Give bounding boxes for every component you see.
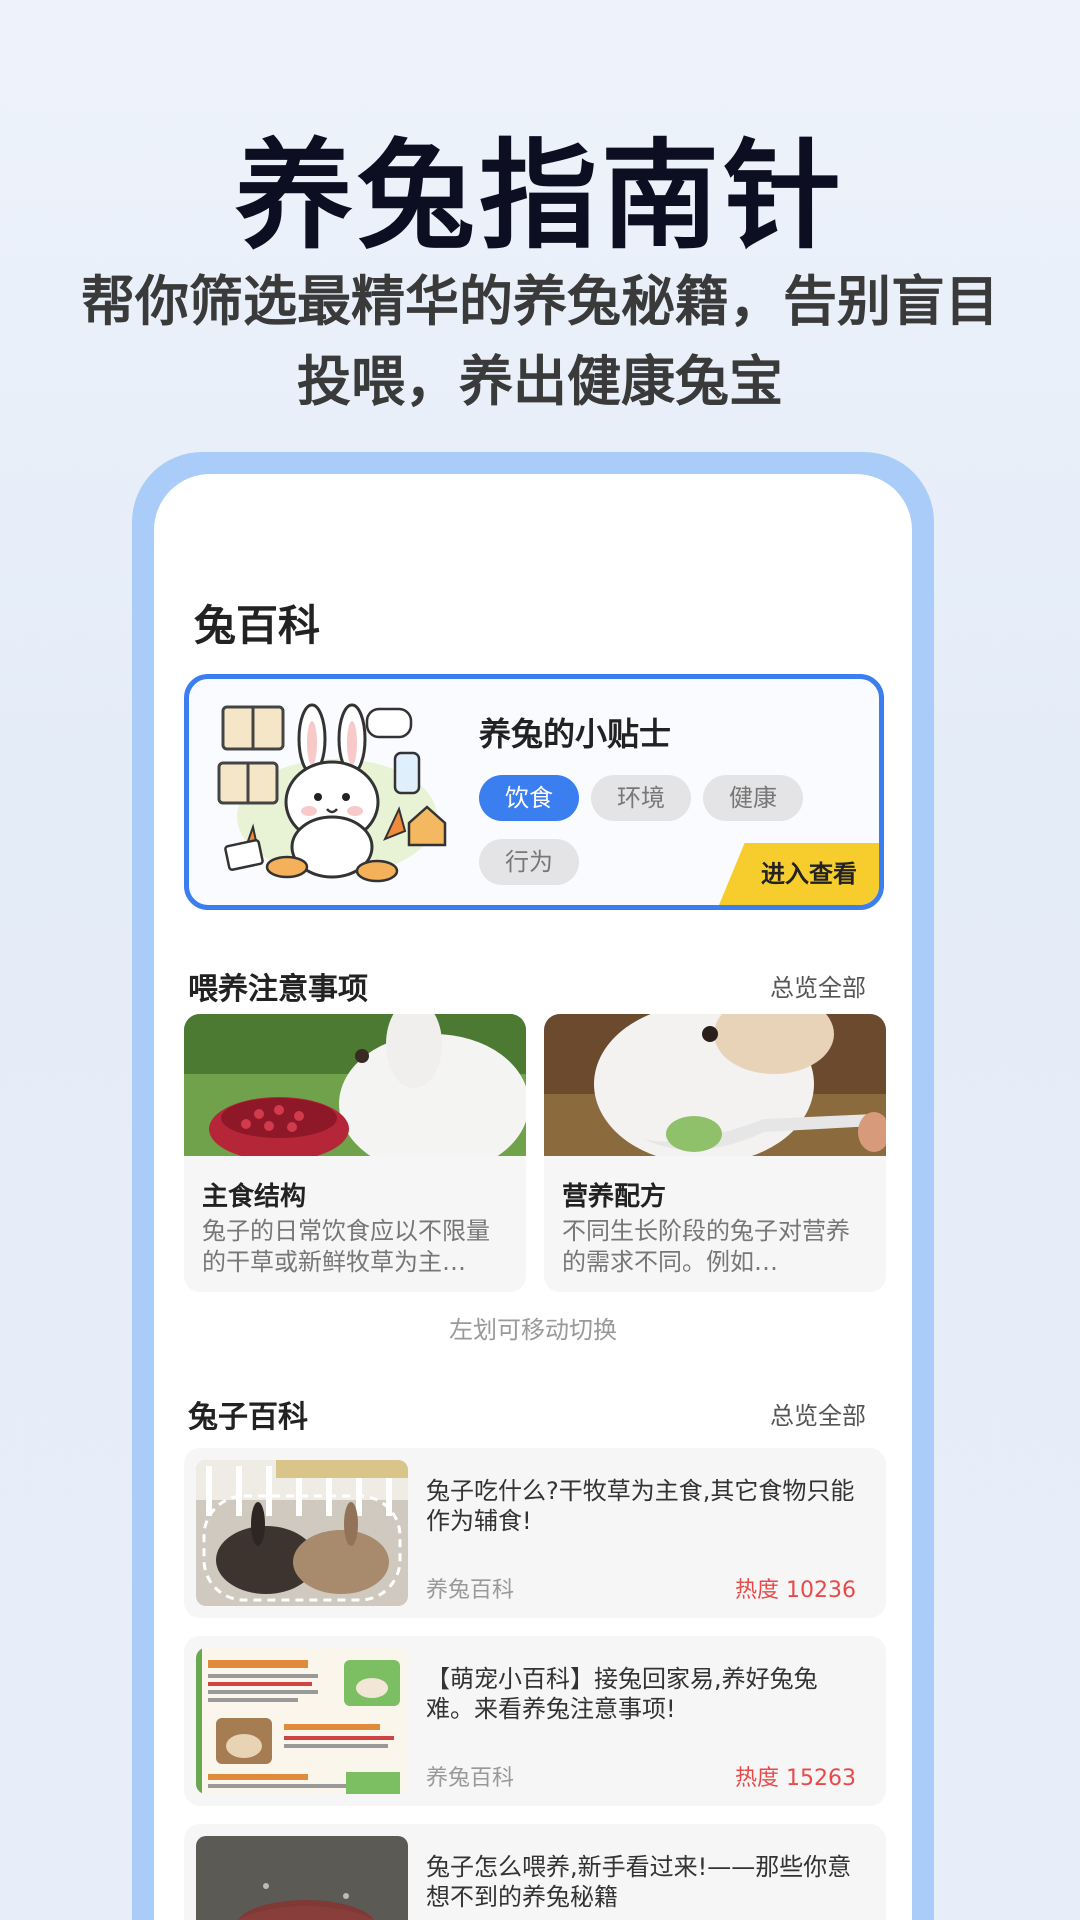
rabbit-illustration-icon xyxy=(217,703,447,883)
care-card-nutrition[interactable]: 营养配方 不同生长阶段的兔子对营养的需求不同。例如… xyxy=(544,1014,886,1292)
care-see-all-link[interactable]: 总览全部 xyxy=(770,968,866,1003)
wiki-section-title: 兔子百科 xyxy=(188,1400,308,1435)
tag-diet[interactable]: 饮食 xyxy=(479,775,579,821)
article-item[interactable]: 兔子吃什么?干牧草为主食,其它食物只能作为辅食! 养兔百科 热度 10236 xyxy=(184,1448,886,1618)
promo-title: 养兔指南针 xyxy=(234,127,845,265)
article-thumbnail xyxy=(196,1648,408,1794)
app-screen: 兔百科 养兔的小贴士 饮食 环境 健康 行为 进入查看 喂养注意事项 总览全部 … xyxy=(154,474,912,1920)
page-title: 兔百科 xyxy=(194,601,321,650)
tag-environment[interactable]: 环境 xyxy=(591,775,691,821)
article-heat: 热度 10236 xyxy=(735,1578,856,1603)
article-heat: 热度 15263 xyxy=(735,1766,856,1791)
article-title: 兔子吃什么?干牧草为主食,其它食物只能作为辅食! xyxy=(426,1477,855,1535)
care-section-title: 喂养注意事项 xyxy=(188,972,368,1007)
tips-title: 养兔的小贴士 xyxy=(479,715,672,753)
article-item[interactable]: 【萌宠小百科】接兔回家易,养好兔兔难。来看养兔注意事项! 养兔百科 热度 152… xyxy=(184,1636,886,1806)
article-source: 养兔百科 xyxy=(426,1766,515,1791)
rabbit-pomegranate-photo xyxy=(184,1014,526,1156)
wiki-see-all-link[interactable]: 总览全部 xyxy=(770,1396,866,1431)
article-thumbnail xyxy=(196,1460,408,1606)
article-title: 【萌宠小百科】接兔回家易,养好兔兔难。来看养兔注意事项! xyxy=(426,1665,818,1723)
care-card-desc: 不同生长阶段的兔子对营养的需求不同。例如… xyxy=(562,1217,850,1276)
swipe-hint: 左划可移动切换 xyxy=(449,1316,617,1344)
tips-card[interactable]: 养兔的小贴士 饮食 环境 健康 行为 进入查看 xyxy=(184,674,884,910)
promo-subtitle: 帮你筛选最精华的养兔秘籍，告别盲目投喂，养出健康兔宝 xyxy=(81,270,999,413)
phone-frame: 兔百科 养兔的小贴士 饮食 环境 健康 行为 进入查看 喂养注意事项 总览全部 … xyxy=(132,452,934,1920)
article-title: 兔子怎么喂养,新手看过来!——那些你意想不到的养兔秘籍 xyxy=(426,1853,852,1911)
care-card-title: 主食结构 xyxy=(202,1182,307,1212)
care-card-desc: 兔子的日常饮食应以不限量的干草或新鲜牧草为主… xyxy=(202,1217,490,1276)
article-thumbnail xyxy=(196,1836,408,1920)
enter-button[interactable]: 进入查看 xyxy=(719,843,879,905)
tag-health[interactable]: 健康 xyxy=(703,775,803,821)
care-card-staple[interactable]: 主食结构 兔子的日常饮食应以不限量的干草或新鲜牧草为主… xyxy=(184,1014,526,1292)
article-source: 养兔百科 xyxy=(426,1578,515,1603)
article-item[interactable]: 兔子怎么喂养,新手看过来!——那些你意想不到的养兔秘籍 xyxy=(184,1824,886,1920)
rabbit-spoon-photo xyxy=(544,1014,886,1156)
care-card-title: 营养配方 xyxy=(562,1182,667,1212)
tag-behavior[interactable]: 行为 xyxy=(479,839,579,885)
